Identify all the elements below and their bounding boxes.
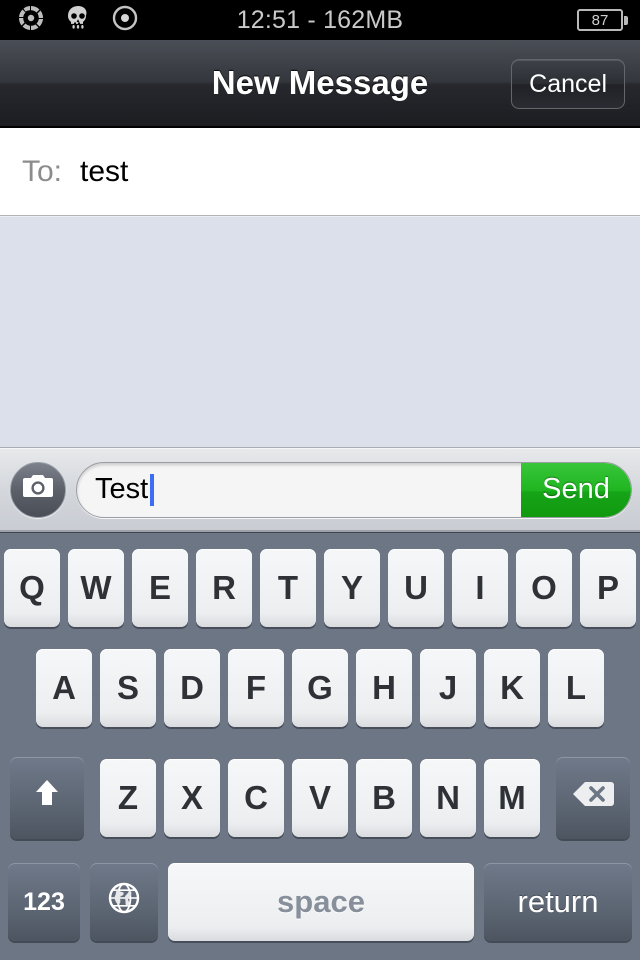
key-y[interactable]: Y [324, 549, 380, 627]
backspace-icon [571, 779, 615, 817]
text-caret [150, 473, 155, 506]
key-e[interactable]: E [132, 549, 188, 627]
backspace-key[interactable] [556, 757, 630, 839]
recipient-input[interactable]: test [80, 155, 128, 189]
cancel-button[interactable]: Cancel [511, 59, 625, 109]
camera-button[interactable] [10, 461, 66, 518]
keyboard-row-2: A S D F G H J K L [0, 633, 640, 743]
key-b[interactable]: B [356, 759, 412, 837]
battery-level: 87 [577, 9, 623, 31]
conversation-area[interactable] [0, 216, 640, 448]
numbers-key[interactable]: 123 [8, 863, 80, 941]
message-input-toolbar: Test Send [0, 448, 640, 532]
key-o[interactable]: O [516, 549, 572, 627]
key-w[interactable]: W [68, 549, 124, 627]
key-l[interactable]: L [548, 649, 604, 727]
key-p[interactable]: P [580, 549, 636, 627]
phone-screen: 12:51 - 162MB 87 New Message Cancel To: … [0, 0, 640, 960]
on-screen-keyboard: Q W E R T Y U I O P A S D F G H J K L Z … [0, 532, 640, 960]
key-t[interactable]: T [260, 549, 316, 627]
key-n[interactable]: N [420, 759, 476, 837]
key-f[interactable]: F [228, 649, 284, 727]
key-d[interactable]: D [164, 649, 220, 727]
key-a[interactable]: A [36, 649, 92, 727]
return-key[interactable]: return [484, 863, 632, 941]
keyboard-row-3: Z X C V B N M [0, 743, 640, 853]
page-title: New Message [211, 64, 429, 101]
recipient-label: To: [22, 154, 63, 188]
keyboard-row-4: 123 space return [0, 853, 640, 951]
key-u[interactable]: U [388, 549, 444, 627]
key-q[interactable]: Q [4, 549, 60, 627]
globe-key[interactable] [90, 863, 158, 941]
recipient-field[interactable]: To: test [0, 128, 640, 216]
key-m[interactable]: M [484, 759, 540, 837]
key-z[interactable]: Z [100, 759, 156, 837]
battery-indicator: 87 [577, 0, 628, 40]
key-j[interactable]: J [420, 649, 476, 727]
key-h[interactable]: H [356, 649, 412, 727]
message-input-field[interactable]: Test Send [76, 461, 632, 518]
space-key[interactable]: space [168, 863, 474, 941]
shift-arrow-icon [31, 777, 63, 819]
globe-icon [104, 878, 144, 926]
message-input-text: Test [95, 473, 149, 505]
battery-cap-icon [624, 15, 628, 25]
key-v[interactable]: V [292, 759, 348, 837]
shift-key[interactable] [10, 757, 84, 839]
navigation-bar: New Message Cancel [0, 40, 640, 128]
keyboard-row-1: Q W E R T Y U I O P [0, 533, 640, 633]
key-g[interactable]: G [292, 649, 348, 727]
key-i[interactable]: I [452, 549, 508, 627]
status-bar: 12:51 - 162MB 87 [0, 0, 640, 40]
status-bar-center-text: 12:51 - 162MB [236, 5, 404, 34]
camera-icon [21, 473, 55, 506]
key-r[interactable]: R [196, 549, 252, 627]
key-c[interactable]: C [228, 759, 284, 837]
key-x[interactable]: X [164, 759, 220, 837]
key-k[interactable]: K [484, 649, 540, 727]
key-s[interactable]: S [100, 649, 156, 727]
send-button[interactable]: Send [521, 462, 631, 517]
